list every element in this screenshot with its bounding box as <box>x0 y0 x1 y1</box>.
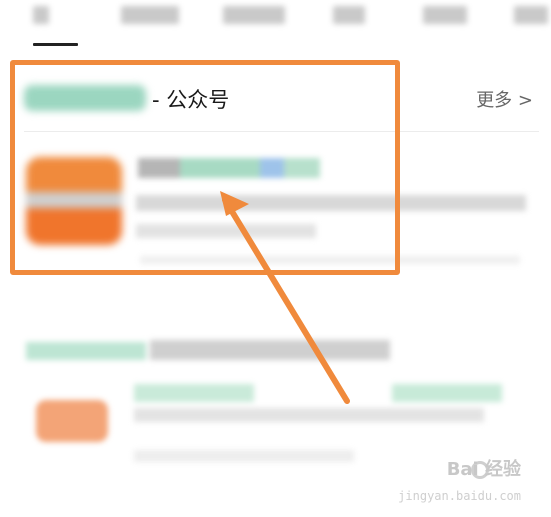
tab-2[interactable] <box>121 6 179 24</box>
more-link[interactable]: 更多 > <box>476 86 533 112</box>
tab-3[interactable] <box>223 6 285 24</box>
tab-5[interactable] <box>423 6 467 24</box>
tab-4[interactable] <box>333 6 365 24</box>
watermark-url: jingyan.baidu.com <box>398 489 521 503</box>
tab-1[interactable] <box>33 6 49 24</box>
active-tab-indicator <box>33 43 78 46</box>
highlight-box <box>10 60 400 275</box>
watermark-brand: Bai 经验 <box>446 459 521 480</box>
tab-6[interactable] <box>514 6 548 24</box>
